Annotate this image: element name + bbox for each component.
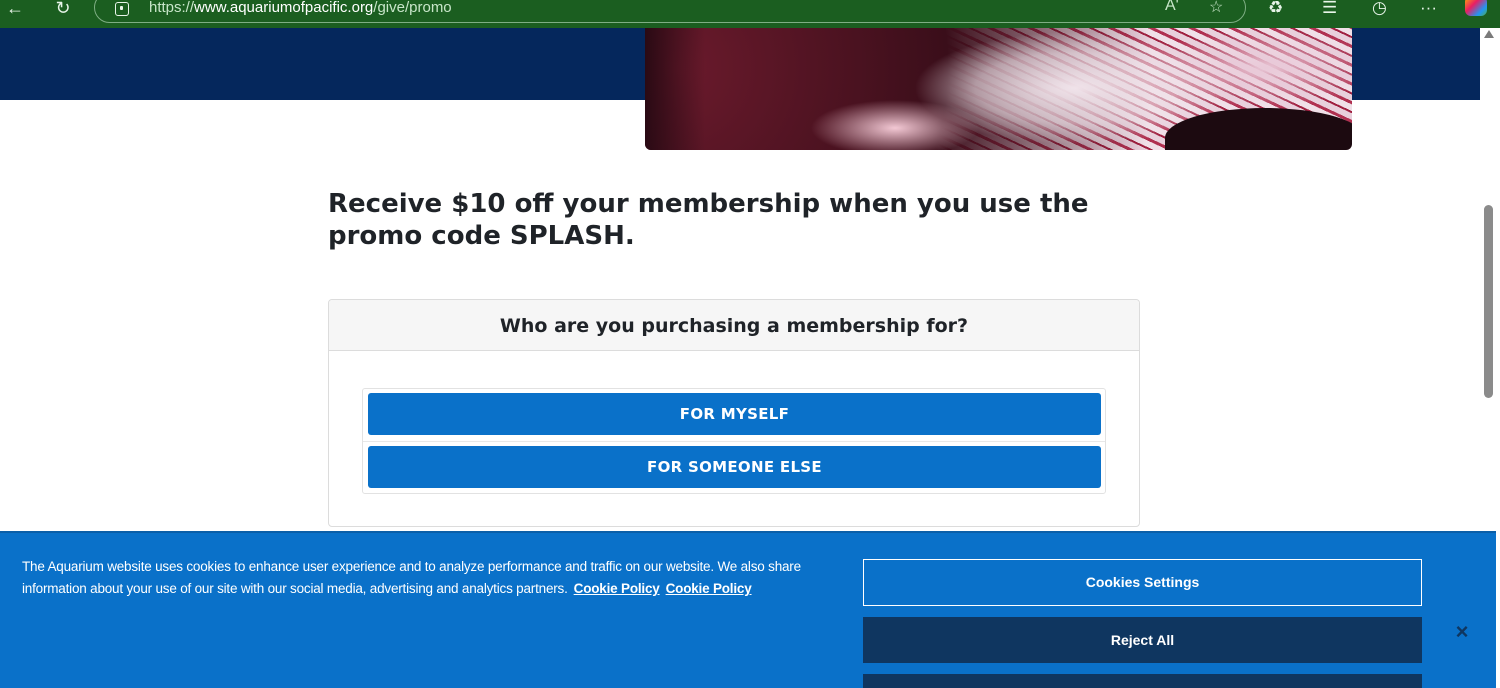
refresh-icon[interactable]: ↻ — [52, 0, 74, 18]
url-text[interactable]: https://www.aquariumofpacific.org/give/p… — [149, 0, 452, 16]
browser-toolbar: ← ↻ https://www.aquariumofpacific.org/gi… — [0, 0, 1500, 28]
read-aloud-icon[interactable]: Aʹ — [1165, 0, 1179, 15]
favorite-star-icon[interactable]: ☆ — [1209, 0, 1223, 17]
cookies-settings-button[interactable]: Cookies Settings — [863, 559, 1422, 606]
hero-image-shadow — [1165, 108, 1352, 150]
close-icon[interactable]: × — [1452, 621, 1472, 643]
accept-all-button[interactable] — [863, 674, 1422, 688]
url-path: /give/promo — [373, 0, 452, 16]
back-icon[interactable]: ← — [4, 0, 26, 18]
cookie-banner: The Aquarium website uses cookies to enh… — [0, 531, 1496, 688]
history-icon[interactable]: ◷ — [1372, 0, 1387, 16]
membership-card: Who are you purchasing a membership for?… — [328, 299, 1140, 527]
url-domain: www.aquariumofpacific.org — [194, 0, 374, 16]
address-bar[interactable]: https://www.aquariumofpacific.org/give/p… — [94, 0, 1246, 23]
for-myself-button[interactable]: FOR MYSELF — [368, 393, 1101, 435]
reject-all-button[interactable]: Reject All — [863, 617, 1422, 663]
url-prefix: https:// — [149, 0, 195, 16]
scroll-up-arrow-icon[interactable] — [1484, 30, 1494, 38]
more-icon[interactable]: ··· — [1420, 0, 1437, 16]
cookie-policy-link-2[interactable]: Cookie Policy — [666, 581, 752, 596]
scrollbar-thumb[interactable] — [1484, 205, 1493, 398]
hero-octopus-image — [645, 28, 1352, 150]
membership-question: Who are you purchasing a membership for? — [499, 315, 969, 337]
copilot-icon[interactable] — [1465, 0, 1487, 16]
membership-card-header: Who are you purchasing a membership for? — [329, 300, 1139, 351]
options-divider — [363, 441, 1105, 442]
promo-heading: Receive $10 off your membership when you… — [328, 189, 1089, 251]
cookie-policy-link[interactable]: Cookie Policy — [574, 581, 660, 596]
favorites-icon[interactable]: ☰ — [1322, 0, 1337, 16]
membership-options: FOR MYSELF FOR SOMEONE ELSE — [362, 388, 1106, 494]
extensions-icon[interactable]: ♻ — [1268, 0, 1283, 16]
cookie-notice-text: The Aquarium website uses cookies to enh… — [22, 556, 812, 600]
lock-icon[interactable] — [115, 2, 129, 16]
for-someone-else-button[interactable]: FOR SOMEONE ELSE — [368, 446, 1101, 488]
